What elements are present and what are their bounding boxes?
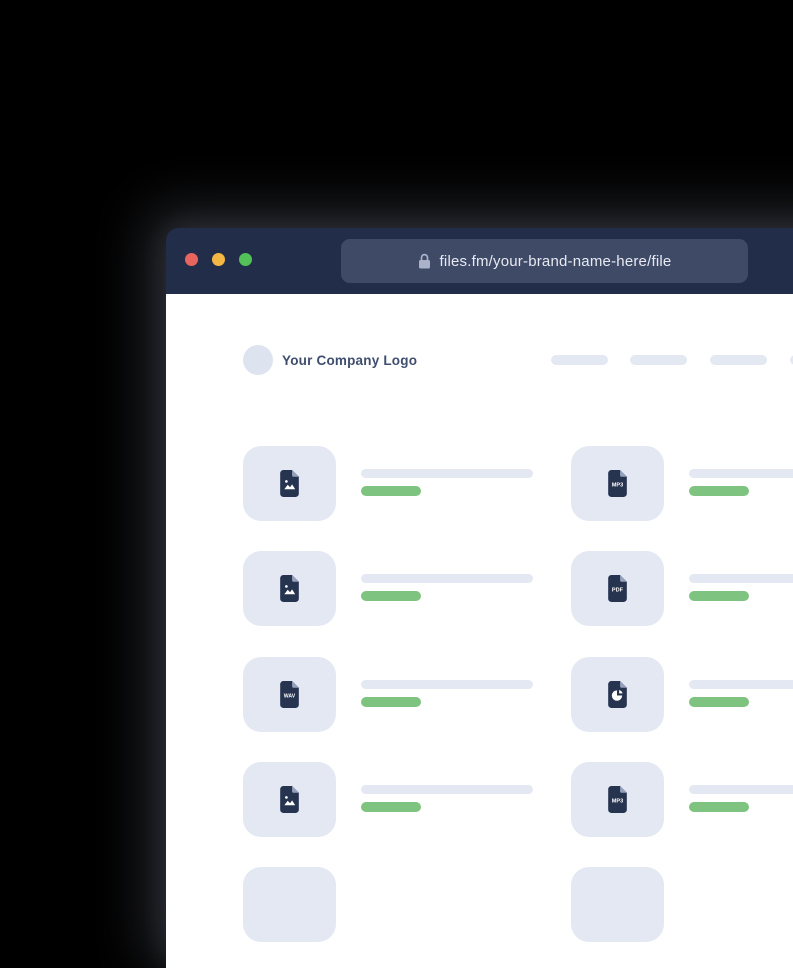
wav-file-icon: WAV — [278, 680, 301, 709]
chart-file-icon — [606, 680, 629, 709]
pdf-file-icon: PDF — [606, 574, 629, 603]
image-file-icon — [278, 469, 301, 498]
nav-link-placeholder-2[interactable] — [630, 355, 687, 365]
nav-link-placeholder-1[interactable] — [551, 355, 608, 365]
mp3-file-icon: MP3 — [606, 469, 629, 498]
lock-icon — [418, 253, 431, 269]
file-name-placeholder — [689, 785, 793, 794]
svg-text:MP3: MP3 — [612, 483, 623, 489]
file-meta-placeholder — [361, 591, 421, 601]
company-logo-label: Your Company Logo — [282, 345, 417, 375]
file-item[interactable]: PDF — [571, 551, 793, 631]
file-name-placeholder — [361, 469, 533, 478]
close-window-button[interactable] — [185, 253, 198, 266]
file-item[interactable] — [571, 867, 793, 947]
file-thumbnail: MP3 — [571, 446, 664, 521]
file-name-placeholder — [361, 785, 533, 794]
maximize-window-button[interactable] — [239, 253, 252, 266]
file-name-placeholder — [689, 680, 793, 689]
file-meta-placeholder — [361, 802, 421, 812]
file-meta-placeholder — [689, 802, 749, 812]
svg-text:WAV: WAV — [284, 694, 296, 700]
file-thumbnail — [243, 446, 336, 521]
file-name-placeholder — [689, 574, 793, 583]
file-meta-placeholder — [689, 591, 749, 601]
url-text: files.fm/your-brand-name-here/file — [440, 253, 672, 270]
file-thumbnail — [243, 551, 336, 626]
file-item[interactable] — [571, 657, 793, 737]
file-name-placeholder — [361, 574, 533, 583]
file-item[interactable]: MP3 — [571, 446, 793, 526]
browser-window: files.fm/your-brand-name-here/file Your … — [166, 228, 793, 968]
page-content: Your Company Logo M — [166, 294, 793, 968]
minimize-window-button[interactable] — [212, 253, 225, 266]
file-meta-placeholder — [689, 486, 749, 496]
svg-text:MP3: MP3 — [612, 799, 623, 805]
image-file-icon — [278, 574, 301, 603]
nav-link-placeholder-3[interactable] — [710, 355, 767, 365]
company-logo-placeholder — [243, 345, 273, 375]
file-thumbnail: MP3 — [571, 762, 664, 837]
file-meta-placeholder — [361, 697, 421, 707]
address-bar[interactable]: files.fm/your-brand-name-here/file — [341, 239, 748, 283]
image-file-icon — [278, 785, 301, 814]
svg-text:PDF: PDF — [612, 588, 624, 594]
file-meta-placeholder — [361, 486, 421, 496]
file-name-placeholder — [689, 469, 793, 478]
file-thumbnail — [243, 867, 336, 942]
browser-title-bar: files.fm/your-brand-name-here/file — [166, 228, 793, 294]
mp3-file-icon: MP3 — [606, 785, 629, 814]
file-thumbnail — [571, 867, 664, 942]
file-thumbnail — [571, 657, 664, 732]
file-thumbnail: PDF — [571, 551, 664, 626]
file-meta-placeholder — [689, 697, 749, 707]
file-thumbnail: WAV — [243, 657, 336, 732]
file-item[interactable]: MP3 — [571, 762, 793, 842]
file-thumbnail — [243, 762, 336, 837]
file-name-placeholder — [361, 680, 533, 689]
